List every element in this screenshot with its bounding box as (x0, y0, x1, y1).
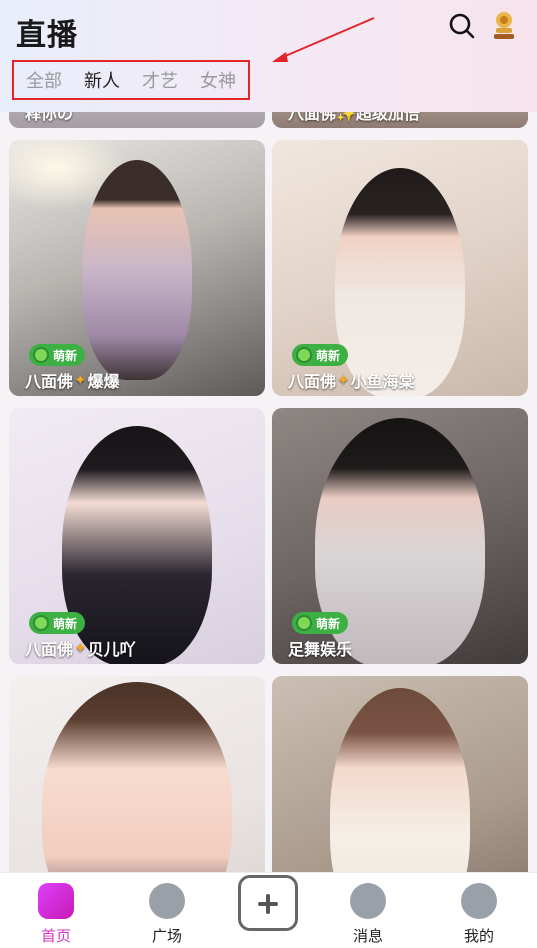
live-bars-icon (38, 883, 74, 919)
leaf-icon (33, 347, 49, 363)
tab-all[interactable]: 全部 (26, 67, 62, 93)
bottom-navigation: 首页 广场 消息 我的 (0, 872, 537, 948)
leaf-icon (296, 615, 312, 631)
tab-goddess[interactable]: 女神 (200, 67, 236, 93)
streamer-photo (82, 160, 192, 380)
category-tabs: 全部 新人 才艺 女神 (12, 60, 250, 100)
tab-newcomers[interactable]: 新人 (84, 67, 120, 93)
create-button[interactable] (238, 875, 298, 931)
newcomer-badge: 萌新 (292, 612, 349, 634)
tab-talent[interactable]: 才艺 (142, 67, 178, 93)
trophy-avatar-icon[interactable] (490, 10, 518, 40)
leaf-icon (33, 615, 49, 631)
newcomer-badge: 萌新 (29, 612, 86, 634)
stream-card[interactable] (9, 676, 265, 875)
nav-square-label: 广场 (151, 927, 182, 945)
top-header: 直播 全部 新人 才艺 女神 (0, 0, 537, 112)
newcomer-badge: 萌新 (29, 344, 86, 366)
streamer-photo (335, 168, 465, 396)
nav-messages-label: 消息 (352, 927, 383, 945)
planet-icon (149, 883, 185, 919)
stream-card[interactable]: 萌新 八面佛 ✦ 小鱼海棠 (272, 140, 528, 396)
nav-profile[interactable]: 我的 (444, 873, 514, 948)
leaf-icon (296, 347, 312, 363)
streamer-name: 八面佛 ✦ 小鱼海棠 (288, 371, 415, 391)
chat-bubble-icon (350, 883, 386, 919)
stream-card[interactable]: 萌新 八面佛 ✦ 爆爆 (9, 140, 265, 396)
annotation-arrow-icon (272, 17, 375, 62)
sparkle-icon: ✦ (74, 639, 87, 657)
streamer-name: 八面佛 ✦ 爆爆 (25, 371, 120, 391)
sparkle-icon: ✦ (74, 371, 87, 389)
stream-card[interactable]: 萌新 八面佛 ✦ 贝儿吖 (9, 408, 265, 664)
nav-square[interactable]: 广场 (132, 873, 202, 948)
streamer-name: 足舞娱乐 (288, 640, 353, 659)
stream-card[interactable]: 萌新 足舞娱乐 (272, 408, 528, 664)
sparkle-icon: ✦ (337, 371, 350, 389)
nav-messages[interactable]: 消息 (333, 873, 403, 948)
streamer-photo (62, 426, 212, 664)
nav-profile-label: 我的 (463, 927, 494, 945)
streamer-name: 八面佛 ✦ 贝儿吖 (25, 639, 136, 659)
search-icon[interactable] (448, 12, 476, 40)
nav-home[interactable]: 首页 (21, 873, 91, 948)
stream-card[interactable] (272, 676, 528, 875)
smile-face-icon (461, 883, 497, 919)
newcomer-badge: 萌新 (292, 344, 349, 366)
page-title: 直播 (16, 18, 78, 53)
live-stream-grid: 释你の 八面佛✨超级加倍 萌新 八面佛 ✦ 爆爆 萌新 八面佛 ✦ 小鱼海棠 萌新 八面… (0, 0, 537, 875)
nav-home-label: 首页 (40, 927, 71, 945)
